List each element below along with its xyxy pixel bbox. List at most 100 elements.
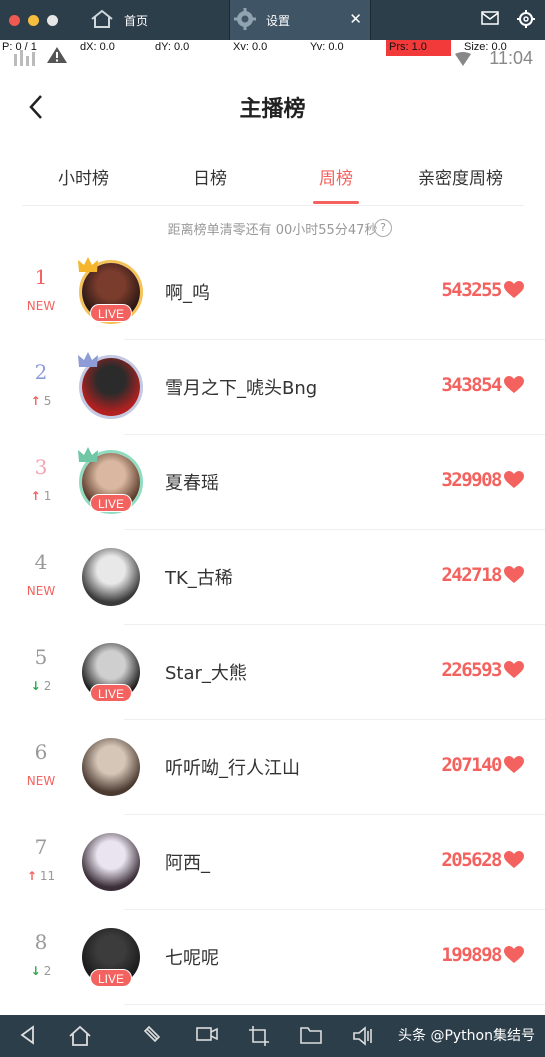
avatar[interactable]: [81, 737, 141, 797]
heart-icon: [504, 851, 524, 868]
ranking-row[interactable]: 6 NEW 听听呦_行人江山 207140: [0, 720, 545, 815]
active-tab-indicator: [313, 201, 359, 204]
live-badge: LIVE: [90, 494, 132, 512]
rank-number: 6: [34, 740, 48, 764]
avatar[interactable]: LIVE: [78, 257, 143, 324]
rank-change-value: 2: [43, 679, 52, 693]
folder-icon[interactable]: [300, 1025, 322, 1045]
operation-record-icon[interactable]: [143, 1025, 165, 1047]
crop-icon[interactable]: [248, 1025, 270, 1047]
streamer-name: 七呢呢: [165, 948, 219, 969]
window-titlebar: 首页 设置 ✕: [0, 0, 545, 40]
live-badge: LIVE: [90, 304, 132, 322]
arrow-up-icon: ↑: [30, 489, 41, 503]
video-record-icon[interactable]: [196, 1025, 218, 1043]
ranking-row[interactable]: 4 NEW TK_古稀 242718: [0, 530, 545, 625]
arrow-down-icon: ↓: [30, 964, 41, 978]
debug-pressure: Prs: 1.0: [386, 40, 451, 56]
streamer-name: 啊_呜: [165, 283, 210, 304]
close-tab-icon[interactable]: ✕: [349, 10, 362, 28]
debug-dy: dY: 0.0: [155, 41, 190, 53]
rank-change-value: 11: [39, 869, 56, 883]
streamer-name: 夏春瑶: [165, 473, 219, 494]
rank-change: ↑ 5: [0, 394, 82, 408]
debug-dx: dX: 0.0: [80, 41, 115, 53]
tab-weekly[interactable]: 周榜: [319, 164, 353, 189]
streamer-score: 226593: [441, 659, 502, 681]
crown-icon: [78, 257, 98, 272]
question-icon[interactable]: ?: [374, 219, 392, 237]
ranking-row[interactable]: 7 ↑ 11 阿西_ 205628: [0, 815, 545, 910]
ranking-row[interactable]: 8 ↓ 2 LIVE 七呢呢 199898: [0, 910, 545, 1005]
watermark: 头条 @Python集结号: [398, 1028, 535, 1044]
streamer-name: 阿西_: [165, 853, 210, 874]
ranking-row[interactable]: 2 ↑ 5 雪月之下_唬头Bng 343854: [0, 340, 545, 435]
avatar-image: [82, 738, 140, 796]
rank-change: ↑ 1: [0, 489, 82, 503]
debug-pointer: P: 0 / 1: [2, 41, 37, 53]
debug-xv: Xv: 0.0: [233, 41, 268, 53]
rank-change: NEW: [26, 584, 56, 598]
streamer-score: 207140: [441, 754, 502, 776]
rank-number: 7: [34, 835, 48, 859]
avatar[interactable]: [81, 832, 141, 892]
android-back-icon[interactable]: [18, 1025, 38, 1045]
rank-number: 5: [34, 645, 48, 669]
avatar-image: [82, 833, 140, 891]
tab-home[interactable]: 首页: [86, 0, 228, 40]
debug-size: Size: 0.0: [464, 41, 507, 53]
rank-change: NEW: [26, 774, 56, 788]
tab-hourly[interactable]: 小时榜: [58, 164, 109, 189]
streamer-score: 543255: [441, 279, 502, 301]
ranking-tabs: 小时榜 日榜 周榜 亲密度周榜: [22, 158, 524, 206]
android-home-icon[interactable]: [68, 1025, 92, 1047]
gear-icon: [230, 7, 266, 33]
rank-change: ↓ 2: [0, 964, 82, 978]
settings-icon[interactable]: [517, 10, 535, 32]
arrow-down-icon: ↓: [30, 679, 41, 693]
streamer-score: 205628: [441, 849, 502, 871]
reset-countdown: 距离榜单清零还有 00小时55分47秒: [167, 223, 378, 238]
tab-settings-label: 设置: [266, 13, 291, 28]
tab-home-label: 首页: [124, 13, 149, 28]
ranking-row[interactable]: 1 NEW LIVE 啊_呜 543255: [0, 245, 545, 340]
rank-number: 8: [34, 930, 48, 954]
streamer-score: 242718: [441, 564, 502, 586]
streamer-score: 343854: [441, 374, 502, 396]
ranking-row[interactable]: 3 ↑ 1 LIVE 夏春瑶 329908: [0, 435, 545, 530]
maximize-window-button[interactable]: [47, 14, 58, 26]
heart-icon: [504, 281, 524, 298]
streamer-name: TK_古稀: [165, 568, 233, 589]
home-icon: [86, 9, 124, 32]
streamer-score: 199898: [441, 944, 502, 966]
minimize-window-button[interactable]: [28, 14, 39, 26]
rank-number: 4: [34, 550, 48, 574]
ranking-row[interactable]: 5 ↓ 2 LIVE Star_大熊 226593: [0, 625, 545, 720]
streamer-name: Star_大熊: [165, 663, 247, 684]
rank-number: 1: [34, 265, 48, 289]
avatar[interactable]: [78, 352, 143, 419]
tab-settings[interactable]: 设置 ✕: [229, 0, 371, 40]
heart-icon: [504, 376, 524, 393]
avatar[interactable]: [81, 547, 141, 607]
arrow-up-icon: ↑: [30, 394, 41, 408]
streamer-name: 听听呦_行人江山: [165, 758, 300, 779]
debug-yv: Yv: 0.0: [310, 41, 344, 53]
rank-change: ↓ 2: [0, 679, 82, 693]
rank-number: 2: [34, 360, 48, 384]
rank-change: ↑ 11: [0, 869, 82, 883]
avatar[interactable]: LIVE: [78, 447, 143, 514]
tab-daily[interactable]: 日榜: [193, 164, 227, 189]
mail-icon[interactable]: [481, 10, 499, 32]
live-badge: LIVE: [90, 969, 132, 987]
close-window-button[interactable]: [9, 14, 20, 26]
heart-icon: [504, 471, 524, 488]
streamer-score: 329908: [441, 469, 502, 491]
volume-icon[interactable]: [352, 1025, 374, 1047]
tab-intimacy-weekly[interactable]: 亲密度周榜: [418, 164, 503, 189]
avatar[interactable]: LIVE: [81, 642, 141, 702]
crown-icon: [78, 447, 98, 462]
avatar[interactable]: LIVE: [81, 927, 141, 987]
streamer-name: 雪月之下_唬头Bng: [165, 378, 318, 399]
window-controls: [9, 14, 58, 26]
